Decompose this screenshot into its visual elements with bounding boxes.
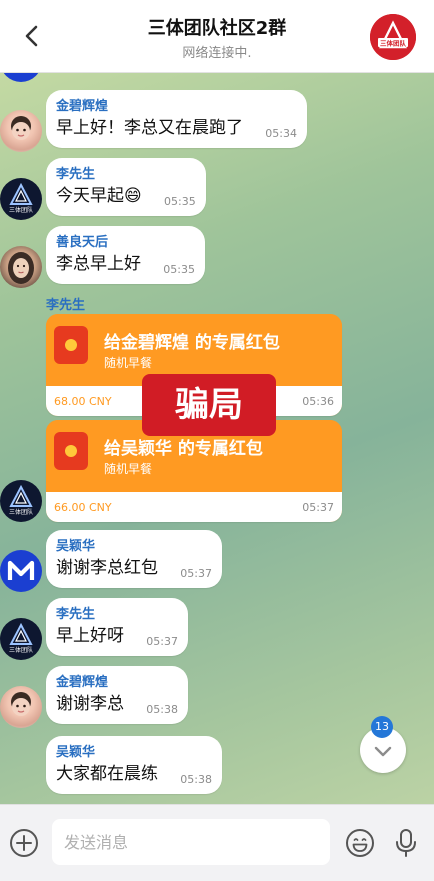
message-time: 05:37	[146, 635, 178, 648]
message-time: 05:34	[265, 127, 297, 140]
message-time: 05:38	[146, 703, 178, 716]
red-envelope-icon	[54, 432, 88, 470]
sender-name[interactable]: 吴颖华	[56, 538, 210, 556]
user-avatar-shanliangtianhou[interactable]	[0, 246, 42, 288]
message-input[interactable]	[52, 819, 330, 865]
group-avatar[interactable]: 三体团队	[370, 14, 416, 60]
user-avatar-lixiansheng[interactable]: 三体团队	[0, 480, 42, 522]
red-envelope-icon	[54, 326, 88, 364]
sender-name[interactable]: 吴颖华	[56, 744, 210, 762]
emoji-icon[interactable]	[344, 827, 376, 859]
message-list[interactable]: 金碧辉煌 早上好！李总又在晨跑了 05:34 三体团队 李先生 今天早起😄 05…	[0, 72, 434, 804]
message-time: 05:37	[302, 501, 334, 514]
message-composer	[0, 804, 434, 881]
user-avatar-wuyinghua[interactable]	[0, 550, 42, 592]
add-attachment-icon[interactable]	[8, 827, 40, 859]
message-bubble[interactable]: 吴颖华 谢谢李总红包 05:37	[46, 530, 222, 588]
message-time: 05:35	[164, 195, 196, 208]
red-packet-title: 给吴颖华 的专属红包	[104, 439, 263, 459]
santi-logo-icon: 三体团队	[9, 622, 33, 654]
girl-portrait-icon	[11, 692, 31, 716]
message-time: 05:37	[180, 567, 212, 580]
red-packet-subtitle: 随机早餐	[104, 462, 153, 476]
m-logo-icon	[7, 560, 35, 580]
sender-name[interactable]: 金碧辉煌	[56, 98, 295, 116]
sender-name[interactable]: 善良天后	[56, 234, 193, 252]
red-packet-subtitle: 随机早餐	[104, 356, 153, 370]
svg-text:三体团队: 三体团队	[9, 646, 33, 654]
woman-portrait-icon	[8, 252, 34, 284]
message-time: 05:35	[163, 263, 195, 276]
santi-logo-icon: 三体团队	[9, 484, 33, 516]
sender-name[interactable]: 李先生	[56, 166, 194, 184]
message-bubble[interactable]: 善良天后 李总早上好 05:35	[46, 226, 205, 284]
microphone-icon[interactable]	[392, 827, 420, 859]
red-packet-title: 给金碧辉煌 的专属红包	[104, 333, 280, 353]
user-avatar-lixiansheng[interactable]: 三体团队	[0, 618, 42, 660]
message-time: 05:36	[302, 395, 334, 408]
user-avatar[interactable]	[0, 72, 42, 82]
message-bubble[interactable]: 吴颖华 大家都在晨练 05:38	[46, 736, 222, 794]
scam-warning-label: 骗局	[142, 374, 276, 436]
message-bubble[interactable]: 金碧辉煌 谢谢李总 05:38	[46, 666, 188, 724]
svg-text:三体团队: 三体团队	[9, 508, 33, 516]
red-packet-amount: 66.00 CNY	[54, 501, 112, 514]
user-avatar-jinbihuihuang[interactable]	[0, 110, 42, 152]
girl-portrait-icon	[11, 116, 31, 140]
chat-header: 三体团队社区2群 网络连接中. 三体团队	[0, 0, 434, 73]
message-text: 早上好！李总又在晨跑了	[56, 118, 243, 138]
user-avatar-lixiansheng[interactable]: 三体团队	[0, 178, 42, 220]
sender-name[interactable]: 金碧辉煌	[56, 674, 176, 692]
message-bubble[interactable]: 李先生 早上好呀 05:37	[46, 598, 188, 656]
svg-text:三体团队: 三体团队	[9, 206, 33, 214]
message-bubble[interactable]: 李先生 今天早起😄 05:35	[46, 158, 206, 216]
red-packet-footer: 66.00 CNY 05:37	[46, 492, 342, 522]
red-packet-amount: 68.00 CNY	[54, 395, 112, 408]
svg-text:三体团队: 三体团队	[380, 39, 407, 48]
sender-name[interactable]: 李先生	[56, 606, 176, 624]
message-bubble[interactable]: 金碧辉煌 早上好！李总又在晨跑了 05:34	[46, 90, 307, 148]
chat-title[interactable]: 三体团队社区2群	[0, 14, 434, 40]
santi-logo-icon: 三体团队	[9, 182, 33, 214]
message-time: 05:38	[180, 773, 212, 786]
user-avatar-jinbihuihuang[interactable]	[0, 686, 42, 728]
unread-count-badge: 13	[371, 716, 393, 738]
connection-status: 网络连接中.	[182, 46, 252, 61]
sender-name[interactable]: 李先生	[46, 294, 85, 313]
group-logo-icon: 三体团队	[370, 14, 416, 60]
